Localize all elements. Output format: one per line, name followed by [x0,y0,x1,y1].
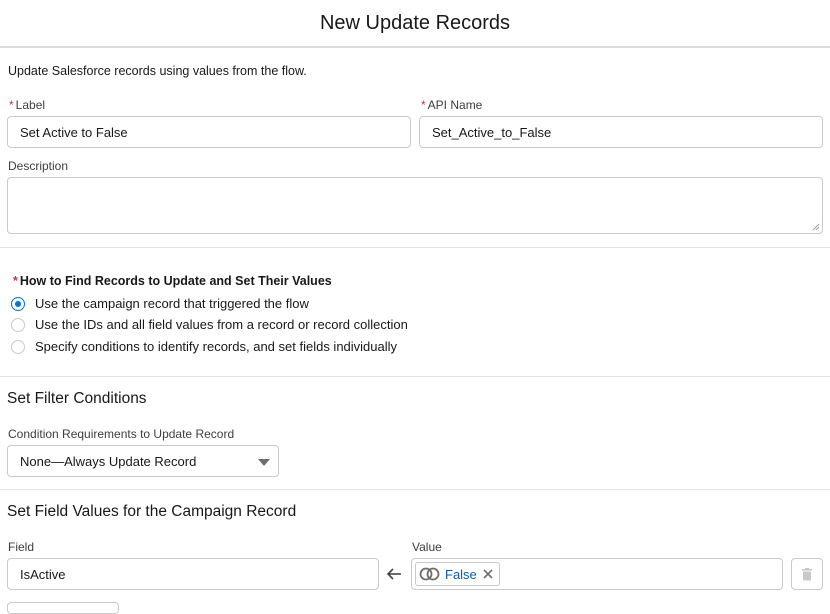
how-to-find-heading: * How to Find Records to Update and Set T… [13,274,332,288]
value-column-header: Value [412,540,442,554]
value-input[interactable]: False [411,558,783,590]
value-pill-label: False [445,566,477,582]
modal-header: New Update Records [0,0,830,48]
description-label: Description [8,159,69,173]
radio-option-record-ids[interactable]: Use the IDs and all field values from a … [11,317,408,332]
trash-icon [802,567,812,580]
intro-text: Update Salesforce records using values f… [8,64,307,78]
radio-button[interactable] [11,317,25,332]
delete-row-button[interactable] [791,558,823,590]
toggle-icon [419,567,440,581]
radio-button[interactable] [11,339,25,354]
condition-requirements-select[interactable]: None—Always Update Record [7,445,279,477]
how-to-find-heading-text: How to Find Records to Update and Set Th… [19,274,332,288]
modal-title: New Update Records [319,11,511,34]
required-mark: * [9,98,14,112]
chevron-down-icon [258,459,270,466]
section-divider [0,376,830,377]
add-field-button[interactable] [7,602,119,614]
radio-option-triggering-record[interactable]: Use the campaign record that triggered t… [11,296,309,311]
label-input-value: Set Active to False [20,124,128,140]
api-name-input-value: Set_Active_to_False [432,124,552,140]
label-field-label: * Label [9,98,45,112]
close-icon[interactable] [481,567,495,581]
radio-button-checked[interactable] [11,296,25,311]
field-values-title: Set Field Values for the Campaign Record [7,503,297,520]
radio-option-specify-conditions[interactable]: Specify conditions to identify records, … [11,339,397,354]
radio-option-label: Specify conditions to identify records, … [35,339,398,354]
arrow-left-icon [386,568,401,580]
label-input[interactable]: Set Active to False [7,116,411,148]
radio-option-label: Use the IDs and all field values from a … [35,317,408,332]
description-textarea[interactable] [7,177,823,234]
value-pill[interactable]: False [415,562,500,586]
condition-requirements-label: Condition Requirements to Update Record [8,427,235,441]
resize-handle-icon[interactable] [812,223,820,231]
condition-requirements-value: None—Always Update Record [20,453,197,469]
section-divider [0,247,830,248]
label-text: Label [15,98,46,112]
field-input-value: IsActive [20,566,66,582]
field-column-header: Field [8,540,35,554]
api-name-text: API Name [427,98,483,112]
section-divider [0,489,830,490]
field-input[interactable]: IsActive [7,558,379,590]
api-name-input[interactable]: Set_Active_to_False [419,116,823,148]
api-name-field-label: * API Name [421,98,482,112]
radio-option-label: Use the campaign record that triggered t… [35,296,309,311]
required-mark: * [421,98,426,112]
filter-conditions-title: Set Filter Conditions [7,390,147,407]
required-mark: * [13,274,18,288]
